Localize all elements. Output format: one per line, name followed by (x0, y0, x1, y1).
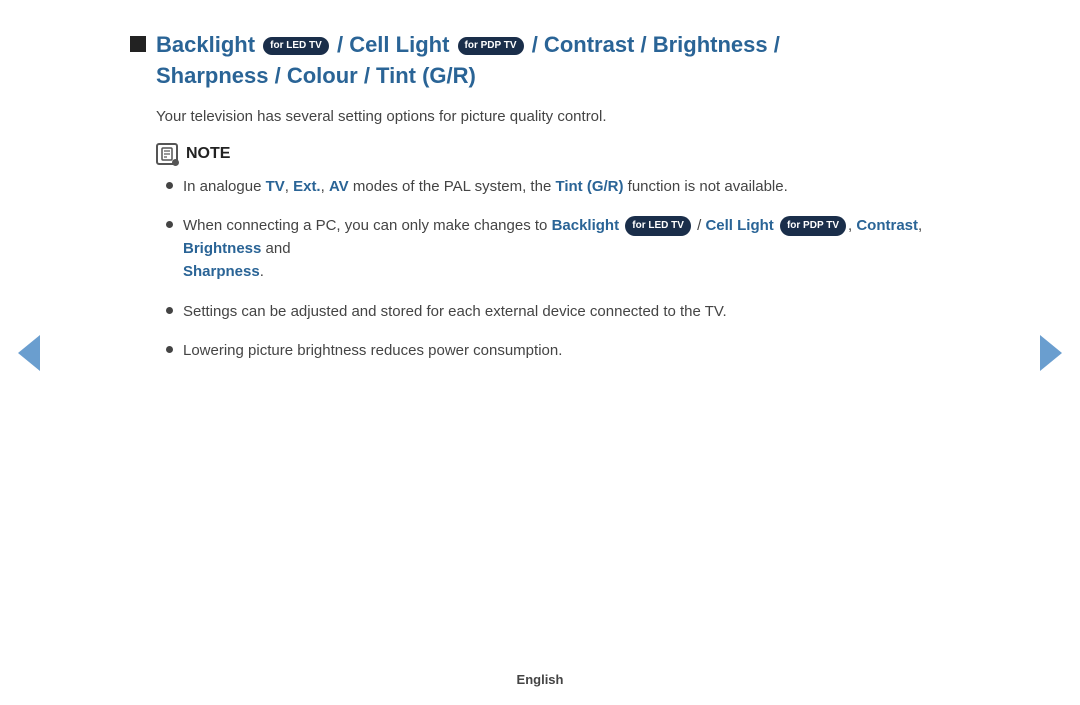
tv-link: TV (266, 178, 285, 195)
note-icon (156, 143, 178, 165)
cell-light-link: Cell Light (705, 217, 773, 234)
av-link: AV (329, 178, 349, 195)
led-badge: for LED TV (263, 37, 329, 55)
led-badge-2: for LED TV (625, 216, 691, 236)
tint-link: Tint (G/R) (555, 178, 623, 195)
bullet-dot-icon (166, 182, 173, 189)
footer-text: English (517, 672, 564, 687)
bullet-3-text: Settings can be adjusted and stored for … (183, 300, 727, 323)
cell-light-text: Cell Light (349, 32, 449, 57)
bullet-1-text: In analogue TV, Ext., AV modes of the PA… (183, 175, 788, 198)
bullet-dot-icon (166, 346, 173, 353)
backlight-text: Backlight (156, 32, 255, 57)
separator2: / Contrast / (532, 32, 653, 57)
note-section: NOTE In analogue TV, Ext., AV modes of t… (130, 143, 950, 363)
separator3: / (774, 32, 780, 57)
black-square-icon (130, 36, 146, 52)
list-item: Settings can be adjusted and stored for … (166, 300, 950, 323)
pdp-badge-2: for PDP TV (780, 216, 846, 236)
brightness-link: Brightness (183, 240, 261, 257)
contrast-link: Contrast (856, 217, 918, 234)
heading-line2: Sharpness / Colour / Tint (G/R) (156, 63, 476, 88)
bullet-2-text: When connecting a PC, you can only make … (183, 214, 950, 284)
sharpness-link: Sharpness (183, 263, 260, 280)
main-heading: Backlight for LED TV / Cell Light for PD… (156, 30, 780, 92)
ext-link: Ext. (293, 178, 321, 195)
note-header: NOTE (156, 143, 950, 165)
list-item: Lowering picture brightness reduces powe… (166, 339, 950, 362)
pdp-badge: for PDP TV (458, 37, 524, 55)
heading-row: Backlight for LED TV / Cell Light for PD… (130, 30, 950, 92)
list-item: In analogue TV, Ext., AV modes of the PA… (166, 175, 950, 198)
backlight-link: Backlight (552, 217, 620, 234)
main-content: Backlight for LED TV / Cell Light for PD… (50, 0, 1030, 408)
bullet-dot-icon (166, 307, 173, 314)
brightness-text: Brightness (653, 32, 768, 57)
next-arrow[interactable] (1040, 335, 1062, 371)
separator1: / (337, 32, 349, 57)
note-label: NOTE (186, 145, 230, 163)
list-item: When connecting a PC, you can only make … (166, 214, 950, 284)
description-text: Your television has several setting opti… (130, 108, 950, 125)
bullet-dot-icon (166, 221, 173, 228)
bullet-list: In analogue TV, Ext., AV modes of the PA… (156, 175, 950, 363)
bullet-4-text: Lowering picture brightness reduces powe… (183, 339, 562, 362)
prev-arrow[interactable] (18, 335, 40, 371)
